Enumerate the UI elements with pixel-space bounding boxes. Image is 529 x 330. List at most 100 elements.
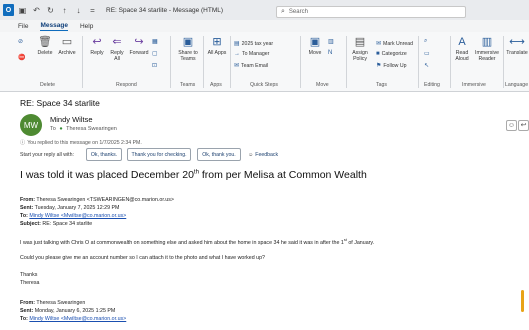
follow-up-button[interactable]: ⚑ Follow Up [376, 62, 406, 69]
translate-icon: ⟷ [509, 36, 525, 48]
quick-reply-ok-thanks[interactable]: Ok, thanks. [86, 148, 122, 161]
categorize-button[interactable]: ■ Categorize [376, 51, 407, 57]
group-label-teams: Teams [180, 82, 196, 88]
immersive-reader-icon: ▥ [481, 36, 493, 48]
quoted2-sent: Sent: Monday, January 6, 2025 1:25 PM [20, 308, 116, 314]
meeting-reply-button[interactable]: ▦ [152, 38, 160, 45]
quoted2-from: From: Theresa Swearingen [20, 300, 86, 306]
reply-button[interactable]: ↩ Reply [88, 36, 106, 56]
flag-icon: ⚑ [376, 63, 382, 69]
policy-icon: ▤ [354, 36, 366, 48]
avatar[interactable]: MW [20, 114, 42, 136]
delete-button[interactable]: 🗑 Delete [36, 36, 54, 56]
ignore-icon: ⊘ [18, 39, 24, 45]
quoted2-to: To: Mindy Wiltse <Mwiltse@co.marion.or.u… [20, 316, 127, 322]
group-label-delete: Delete [40, 82, 55, 88]
up-arrow-icon[interactable]: ↑ [59, 4, 70, 16]
meeting-icon: ▦ [152, 39, 158, 45]
immersive-reader-button[interactable]: ▥ Immersive Reader [474, 36, 500, 62]
undo-icon[interactable]: ↶ [31, 4, 42, 16]
onenote-button[interactable]: N [328, 50, 334, 56]
folder-icon: ▤ [234, 41, 240, 47]
quick-reply-thank-you-checking[interactable]: Thank you for checking. [127, 148, 191, 161]
archive-icon: ▭ [61, 36, 73, 48]
forward-button[interactable]: ↪ Forward [128, 36, 150, 56]
body-thanks: Thanks [20, 272, 38, 278]
chat-icon: ▢ [152, 51, 158, 57]
quick-step-to-manager[interactable]: → To Manager [234, 51, 269, 57]
junk-icon: ⛔ [18, 55, 26, 61]
ribbon: ⊘ ⛔ 🗑 Delete ▭ Archive Delete ↩ Reply ⇐ … [0, 32, 529, 92]
emoji-reaction-icon[interactable]: ☺ [506, 120, 517, 131]
rules-button[interactable]: ▥ [328, 38, 336, 45]
scroll-indicator [521, 290, 524, 312]
title-bar: O ▣ ↶ ↻ ↑ ↓ = RE: Space 34 starlite - Me… [0, 0, 529, 20]
apps-grid-icon: ⊞ [212, 36, 222, 48]
find-button[interactable]: ⌕ [424, 38, 429, 45]
outlook-message-window: O ▣ ↶ ↻ ↑ ↓ = RE: Space 34 starlite - Me… [0, 0, 529, 330]
reply-arrow-icon[interactable]: ↩ [518, 120, 529, 131]
customize-dropdown-icon[interactable]: = [87, 4, 98, 16]
redo-icon[interactable]: ↻ [45, 4, 56, 16]
group-label-respond: Respond [116, 82, 137, 88]
reply-headline: I was told it was placed December 20th f… [20, 169, 367, 181]
reply-all-button[interactable]: ⇐ Reply All [108, 36, 126, 62]
search-icon: ⌕ [281, 8, 285, 15]
message-actions: ☺ ↩ [505, 120, 529, 131]
down-arrow-icon[interactable]: ↓ [73, 4, 84, 16]
onenote-icon: N [328, 50, 333, 56]
reading-pane: RE: Space 34 starlite MW Mindy Wiltse To… [0, 92, 529, 330]
move-button[interactable]: ▣ Move [306, 36, 324, 56]
mark-unread-button[interactable]: ✉ Mark Unread [376, 40, 413, 47]
search-placeholder: Search [288, 9, 308, 15]
group-label-move: Move [316, 82, 329, 88]
outlook-icon: O [3, 4, 14, 16]
junk-button[interactable]: ⛔ [18, 54, 27, 61]
recipient-name[interactable]: Theresa Swearingen [66, 126, 117, 132]
more-respond-button[interactable]: ⊡ [152, 62, 159, 69]
feedback-link[interactable]: ☺ Feedback [248, 152, 278, 158]
body-paragraph-2: Could you please give me an account numb… [20, 255, 265, 261]
group-label-language: Language [505, 82, 529, 88]
recipient-line: To ● Theresa Swearingen [50, 126, 117, 132]
quick-step-tax-year[interactable]: ▤ 2025 tax year [234, 40, 273, 47]
quoted-to: To: Mindy Wiltse <Mwiltse@co.marion.or.u… [20, 213, 127, 219]
ignore-button[interactable]: ⊘ [18, 38, 25, 45]
share-to-teams-button[interactable]: ▣ Share to Teams [176, 36, 200, 62]
reply-icon: ↩ [92, 36, 102, 48]
search-icon: ⌕ [424, 38, 428, 44]
rules-icon: ▥ [328, 39, 334, 45]
envelope-icon: ✉ [376, 41, 382, 47]
group-label-immersive: Immersive [462, 82, 486, 88]
tab-file[interactable]: File [18, 23, 28, 30]
move-folder-icon: ▣ [309, 36, 321, 48]
more-icon: ⊡ [152, 63, 158, 69]
select-button[interactable]: ↖ [424, 62, 431, 69]
body-signature: Theresa [20, 280, 40, 286]
im-reply-button[interactable]: ▢ [152, 50, 160, 57]
group-label-editing: Editing [424, 82, 440, 88]
quick-step-team-email[interactable]: ✉ Team Email [234, 62, 268, 69]
group-label-quick-steps: Quick Steps [250, 82, 278, 88]
read-aloud-button[interactable]: A Read Aloud [452, 36, 472, 62]
translate-button[interactable]: ⟷ Translate [505, 36, 529, 56]
all-apps-button[interactable]: ⊞ All Apps [207, 36, 227, 56]
quick-reply-ok-thank-you[interactable]: Ok, thank you. [197, 148, 241, 161]
tab-message[interactable]: Message [40, 22, 68, 31]
arrow-right-icon: → [234, 51, 240, 57]
tab-help[interactable]: Help [80, 23, 93, 30]
category-icon: ■ [376, 51, 380, 57]
presence-icon: ● [59, 126, 63, 132]
save-icon[interactable]: ▣ [17, 4, 28, 16]
sender-name[interactable]: Mindy Wiltse [50, 115, 93, 124]
feedback-icon: ☺ [248, 152, 254, 158]
message-subject: RE: Space 34 starlite [20, 98, 100, 108]
search-input[interactable]: ⌕ Search [276, 6, 466, 18]
related-button[interactable]: ▭ [424, 50, 432, 57]
quoted-sent: Sent: Tuesday, January 7, 2025 12:29 PM [20, 205, 120, 211]
ribbon-tabs: File Message Help [0, 20, 529, 32]
archive-button[interactable]: ▭ Archive [56, 36, 78, 56]
group-label-tags: Tags [376, 82, 387, 88]
assign-policy-button[interactable]: ▤ Assign Policy [350, 36, 370, 62]
quoted-subject: Subject: RE: Space 34 starlite [20, 221, 93, 227]
